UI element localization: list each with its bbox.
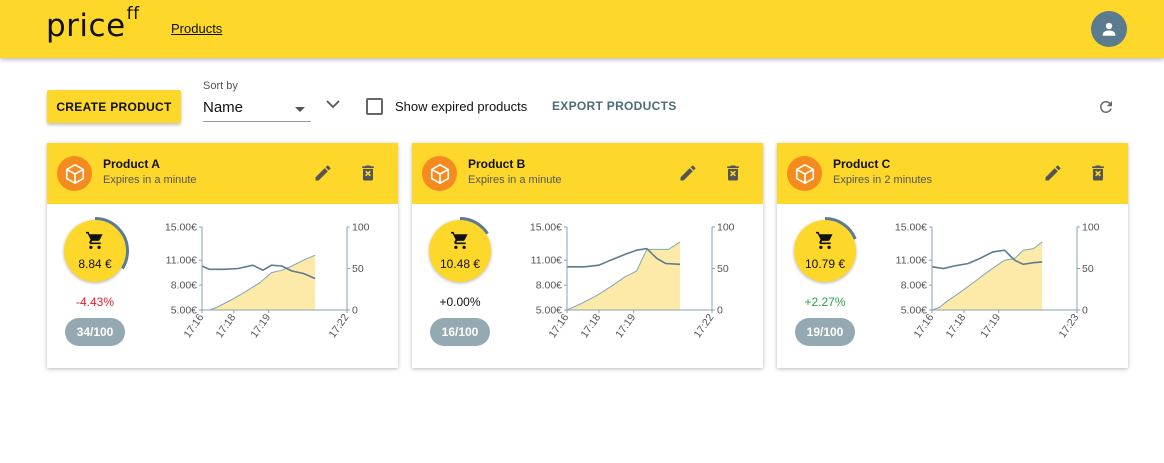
- price-change: -4.43%: [75, 295, 115, 309]
- right-tick-label: 100: [352, 222, 370, 234]
- progress-ring-arc: [426, 217, 494, 285]
- dropdown-caret-icon: [295, 107, 305, 112]
- price-gauge: 10.79 €: [791, 217, 859, 285]
- product-title: Product B: [468, 157, 526, 171]
- left-tick-label: 11.00€: [166, 255, 197, 267]
- delete-trash-icon[interactable]: [723, 163, 743, 183]
- left-tick-label: 15.00€: [530, 222, 562, 234]
- progress-ring: [426, 217, 494, 285]
- right-tick-label: 100: [717, 222, 735, 234]
- x-tick-label: 17:19: [613, 312, 638, 341]
- x-tick-label: 17:22: [692, 312, 717, 341]
- nav-products-link[interactable]: Products: [171, 21, 222, 36]
- sold-count-badge: 34/100: [65, 318, 125, 346]
- edit-pencil-icon[interactable]: [1043, 163, 1063, 183]
- right-tick-label: 0: [352, 305, 358, 317]
- price-gauge: 8.84 €: [61, 217, 129, 285]
- sort-by-label: Sort by: [203, 80, 238, 92]
- sort-direction-chevron-icon[interactable]: [325, 98, 341, 110]
- x-tick-label: 17:23: [1057, 312, 1082, 341]
- left-tick-label: 15.00€: [895, 222, 927, 234]
- progress-ring-arc: [61, 217, 129, 285]
- right-tick-label: 50: [1082, 263, 1094, 275]
- product-card-header: Product B Expires in a minute: [412, 143, 763, 204]
- left-tick-label: 5.00€: [536, 305, 562, 317]
- delete-trash-icon[interactable]: [1088, 163, 1108, 183]
- product-card: Product B Expires in a minute 10.48 € +0…: [412, 143, 763, 368]
- area-series-fill: [567, 241, 681, 310]
- x-tick-label: 17:19: [248, 312, 273, 341]
- show-expired-label[interactable]: Show expired products: [395, 99, 527, 114]
- create-product-button[interactable]: CREATE PRODUCT: [47, 90, 181, 123]
- product-card-header: Product C Expires in 2 minutes: [777, 143, 1128, 204]
- app-bar: priceff Products: [0, 0, 1164, 58]
- sort-by-select[interactable]: Name: [203, 98, 311, 122]
- account-icon: [1102, 22, 1116, 36]
- refresh-icon[interactable]: [1097, 98, 1115, 116]
- right-tick-label: 50: [717, 263, 729, 275]
- product-box-icon: [787, 156, 822, 191]
- price-history-chart: 15.00€11.00€8.00€5.00€10050017:16 17:18 17…: [895, 222, 1100, 341]
- right-tick-label: 100: [1082, 222, 1100, 234]
- product-title: Product C: [833, 157, 891, 171]
- edit-pencil-icon[interactable]: [678, 163, 698, 183]
- product-expiry: Expires in a minute: [103, 174, 197, 186]
- price-change: +2.27%: [804, 295, 846, 309]
- price-change: +0.00%: [439, 295, 481, 309]
- sold-count-badge: 16/100: [430, 318, 490, 346]
- left-tick-label: 8.00€: [171, 280, 197, 292]
- account-avatar-button[interactable]: [1091, 11, 1127, 47]
- progress-ring-arc: [791, 217, 859, 285]
- price-history-chart: 15.00€11.00€8.00€5.00€10050017:16 17:18 17…: [530, 222, 735, 341]
- export-products-button[interactable]: EXPORT PRODUCTS: [546, 92, 683, 120]
- toolbar: CREATE PRODUCT Sort by Name Show expired…: [0, 80, 1164, 130]
- right-tick-label: 50: [352, 263, 364, 275]
- sort-by-value: Name: [203, 99, 244, 116]
- product-card: Product A Expires in a minute 8.84 € -4.…: [47, 143, 398, 368]
- progress-ring: [791, 217, 859, 285]
- product-expiry: Expires in 2 minutes: [833, 174, 933, 186]
- edit-pencil-icon[interactable]: [313, 163, 333, 183]
- right-tick-label: 0: [717, 305, 723, 317]
- sort-by-field: Sort by Name: [203, 80, 311, 123]
- app-logo[interactable]: priceff: [46, 4, 140, 44]
- left-tick-label: 8.00€: [536, 280, 562, 292]
- left-tick-label: 15.00€: [165, 222, 197, 234]
- left-tick-label: 11.00€: [531, 255, 562, 267]
- right-tick-label: 0: [1082, 305, 1088, 317]
- x-tick-label: 17:19: [978, 312, 1003, 341]
- delete-trash-icon[interactable]: [358, 163, 378, 183]
- product-card: Product C Expires in 2 minutes 10.79 € +…: [777, 143, 1128, 368]
- x-tick-label: 17:18: [943, 312, 968, 341]
- product-expiry: Expires in a minute: [468, 174, 562, 186]
- left-tick-label: 5.00€: [171, 305, 197, 317]
- product-card-header: Product A Expires in a minute: [47, 143, 398, 204]
- sold-count-badge: 19/100: [795, 318, 855, 346]
- left-tick-label: 5.00€: [901, 305, 927, 317]
- product-box-icon: [57, 156, 92, 191]
- product-title: Product A: [103, 157, 160, 171]
- show-expired-checkbox[interactable]: [366, 98, 383, 115]
- x-tick-label: 17:18: [578, 312, 603, 341]
- left-tick-label: 8.00€: [901, 280, 927, 292]
- product-box-icon: [422, 156, 457, 191]
- x-tick-label: 17:18: [213, 312, 238, 341]
- price-history-chart: 15.00€11.00€8.00€5.00€10050017:16 17:18 17…: [165, 222, 370, 341]
- price-gauge: 10.48 €: [426, 217, 494, 285]
- progress-ring: [61, 217, 129, 285]
- left-tick-label: 11.00€: [896, 255, 927, 267]
- x-tick-label: 17:22: [327, 312, 352, 341]
